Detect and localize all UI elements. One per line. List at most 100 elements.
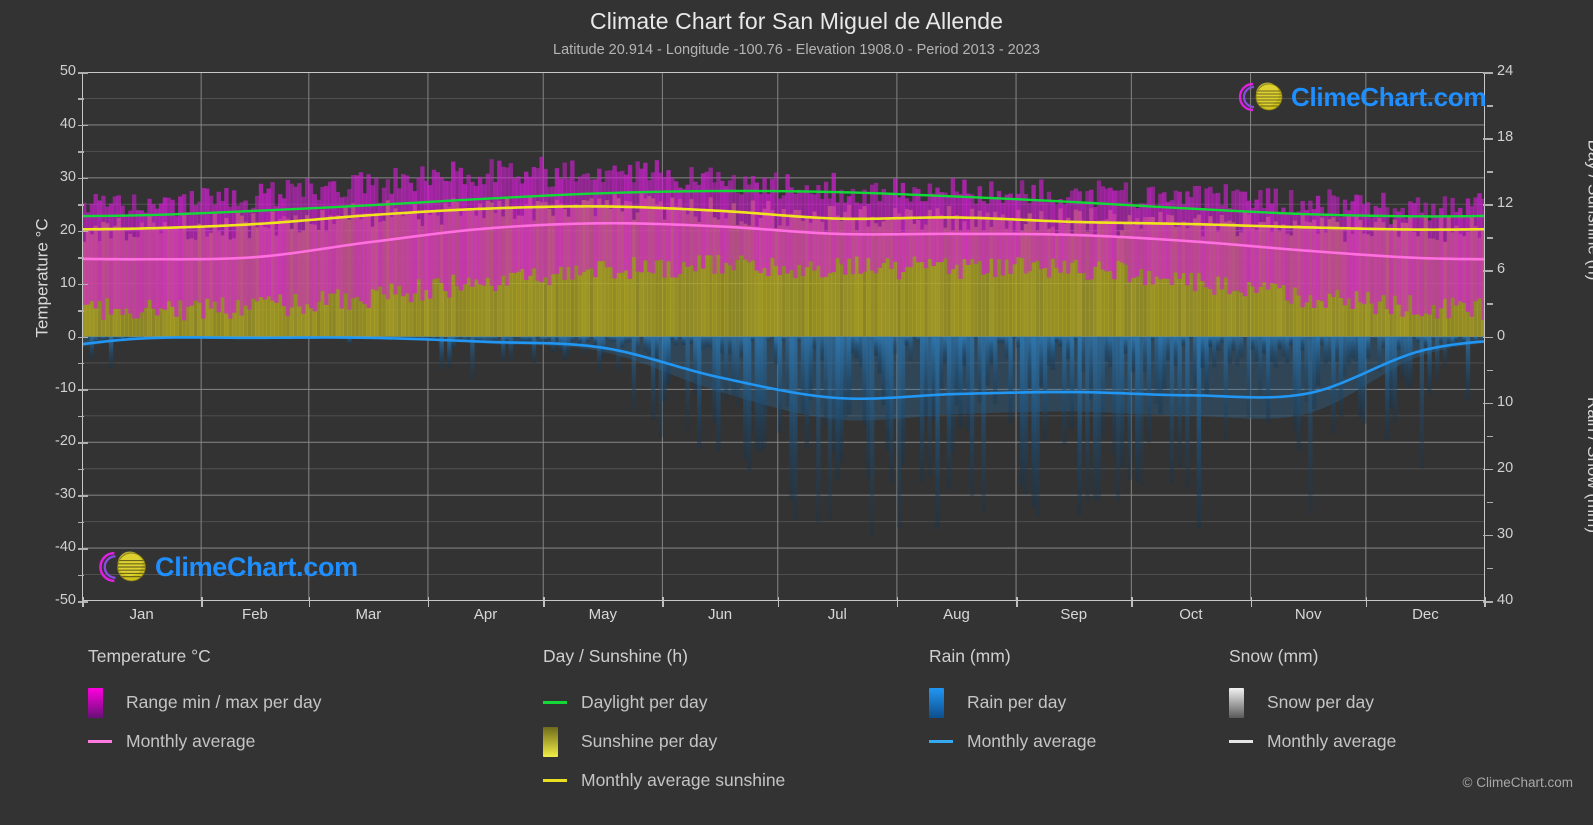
legend-item[interactable]: Range min / max per day xyxy=(88,683,322,722)
legend-swatch-box-icon xyxy=(88,687,103,718)
y-axis-right-top-title: Day / Sunshine (h) xyxy=(1584,139,1593,281)
y-axis-right-tickmark xyxy=(1483,468,1493,471)
legend-swatch-line-icon xyxy=(543,701,567,704)
x-axis-tick-dec: Dec xyxy=(1412,606,1439,623)
y-axis-right-day-tick: 0 xyxy=(1483,328,1541,344)
y-axis-left-tick: -10 xyxy=(30,380,88,396)
y-axis-right-day-tick: 18 xyxy=(1483,129,1541,145)
y-axis-left-tickmark xyxy=(78,336,88,338)
climechart-logo-bottom: ClimeChart.com xyxy=(93,548,358,586)
x-axis-tick-oct: Oct xyxy=(1179,606,1203,623)
x-axis-tickmark xyxy=(82,597,84,607)
y-axis-left-minor-tickmark xyxy=(78,257,84,259)
legend-item[interactable]: Snow per day xyxy=(1229,683,1396,722)
legend-item-label: Monthly average xyxy=(967,731,1097,751)
legend-column-rain-mm: Rain (mm) Rain per day Monthly average xyxy=(929,646,1096,761)
x-axis-tick-jun: Jun xyxy=(707,606,733,623)
x-axis-tick-aug: Aug xyxy=(943,606,970,623)
climechart-mark-icon xyxy=(1238,82,1283,112)
plot-area xyxy=(82,72,1485,601)
y-axis-right-rain-tick: 40 xyxy=(1483,592,1541,608)
legend-item[interactable]: Rain per day xyxy=(929,683,1096,722)
chart-canvas xyxy=(82,72,1485,601)
y-axis-left-tickmark xyxy=(78,230,88,233)
y-axis-left-minor-tickmark xyxy=(78,574,84,577)
y-axis-right-minor-tickmark xyxy=(1487,303,1493,305)
legend-item-label: Daylight per day xyxy=(581,692,708,712)
climechart-logo-top: ClimeChart.com xyxy=(1233,80,1486,114)
y-axis-left-minor-tickmark xyxy=(78,151,84,153)
x-axis-tick-sep: Sep xyxy=(1060,606,1088,623)
y-axis-left-tick: 40 xyxy=(30,116,88,132)
y-axis-right-tickmark xyxy=(1483,402,1493,405)
legend-item-label: Monthly average xyxy=(1267,731,1397,751)
x-axis-tickmark xyxy=(427,597,430,607)
legend-column-title: Rain (mm) xyxy=(929,646,1011,666)
legend-swatch-line-icon xyxy=(88,740,112,743)
climechart-logo-text-top: ClimeChart.com xyxy=(1291,81,1487,112)
legend-item-label: Monthly average sunshine xyxy=(581,770,786,790)
legend-item-label: Snow per day xyxy=(1267,692,1375,712)
y-axis-left-tickmark xyxy=(78,495,88,497)
x-axis-tickmark xyxy=(308,597,311,607)
y-axis-left-minor-tickmark xyxy=(78,468,84,471)
y-axis-right-tickmark xyxy=(1483,72,1493,74)
y-axis-right-minor-tickmark xyxy=(1487,237,1493,239)
x-axis-tickmark xyxy=(1365,597,1368,607)
x-axis-tick-apr: Apr xyxy=(473,606,498,623)
y-axis-right-day-tick: 6 xyxy=(1483,261,1541,277)
y-axis-left-tick: -40 xyxy=(30,539,88,555)
y-axis-right: 24 18 12 6 0 10 20 30 40 xyxy=(1483,63,1547,608)
x-axis-tick-feb: Feb xyxy=(242,606,268,623)
y-axis-left-tick: -30 xyxy=(30,486,88,502)
legend-swatch-line-icon xyxy=(929,740,953,743)
y-axis-right-tickmark xyxy=(1483,138,1493,140)
climate-chart-page: Climate Chart for San Miguel de Allende … xyxy=(0,0,1593,825)
y-axis-right-tickmark xyxy=(1483,204,1493,206)
y-axis-right-day-tick: 24 xyxy=(1483,63,1541,79)
legend-swatch-line-icon xyxy=(543,779,567,782)
legend-item[interactable]: Monthly average xyxy=(929,722,1096,761)
y-axis-right-minor-tickmark xyxy=(1487,105,1493,107)
legend-item-label: Rain per day xyxy=(967,692,1067,712)
x-axis-tick-jul: Jul xyxy=(827,606,847,623)
x-axis-tickmark xyxy=(1484,597,1486,607)
y-axis-left-tick: 30 xyxy=(30,169,88,185)
x-axis-tickmark xyxy=(1016,597,1018,607)
legend-item[interactable]: Sunshine per day xyxy=(543,722,785,761)
legend-column-title: Temperature °C xyxy=(88,646,211,666)
y-axis-left-tickmark xyxy=(78,72,88,74)
y-axis-right-rain-tick: 10 xyxy=(1483,394,1541,410)
legend-item[interactable]: Daylight per day xyxy=(543,683,785,722)
legend-item[interactable]: Monthly average xyxy=(1229,722,1396,761)
legend-column-temperature-c: Temperature °C Range min / max per day Mon… xyxy=(88,646,322,761)
x-axis-tickmark xyxy=(896,597,899,607)
legend-column-title: Snow (mm) xyxy=(1229,646,1319,666)
x-axis: Jan Feb Mar Apr May Jun Jul Aug Sep Oct Nov Dec xyxy=(82,597,1486,634)
page-subtitle: Latitude 20.914 - Longitude -100.76 - El… xyxy=(553,42,1040,58)
y-axis-left-tick: -20 xyxy=(30,433,88,449)
x-axis-tickmark xyxy=(1250,597,1253,607)
legend-swatch-box-icon xyxy=(929,687,944,718)
y-axis-left-tickmark xyxy=(78,124,88,127)
x-axis-tick-mar: Mar xyxy=(355,606,382,623)
legend-item[interactable]: Monthly average xyxy=(88,722,322,761)
y-axis-left-tick: -50 xyxy=(30,592,88,608)
y-axis-right-rain-tick: 20 xyxy=(1483,460,1541,476)
copyright-text: © ClimeChart.com xyxy=(1462,775,1573,790)
y-axis-right-minor-tickmark xyxy=(1487,501,1493,504)
y-axis-left-minor-tickmark xyxy=(78,98,84,100)
legend-swatch-box-icon xyxy=(1229,687,1244,718)
legend-item[interactable]: Monthly average sunshine xyxy=(543,761,785,800)
y-axis-right-tickmark xyxy=(1483,534,1493,537)
y-axis-left-tick: 50 xyxy=(30,63,88,79)
y-axis-right-minor-tickmark xyxy=(1487,171,1493,173)
y-axis-right-rain-tick: 30 xyxy=(1483,526,1541,542)
chart-legend: Temperature °C Range min / max per day Mon… xyxy=(0,646,1593,821)
y-axis-left-tickmark xyxy=(78,283,88,286)
climechart-logo-text-bottom: ClimeChart.com xyxy=(155,551,358,582)
legend-column-snow-mm: Snow (mm) Snow per day Monthly average xyxy=(1229,646,1396,761)
x-axis-tick-nov: Nov xyxy=(1294,606,1322,623)
y-axis-left-tickmark xyxy=(78,389,88,391)
y-axis-left-minor-tickmark xyxy=(78,521,84,524)
